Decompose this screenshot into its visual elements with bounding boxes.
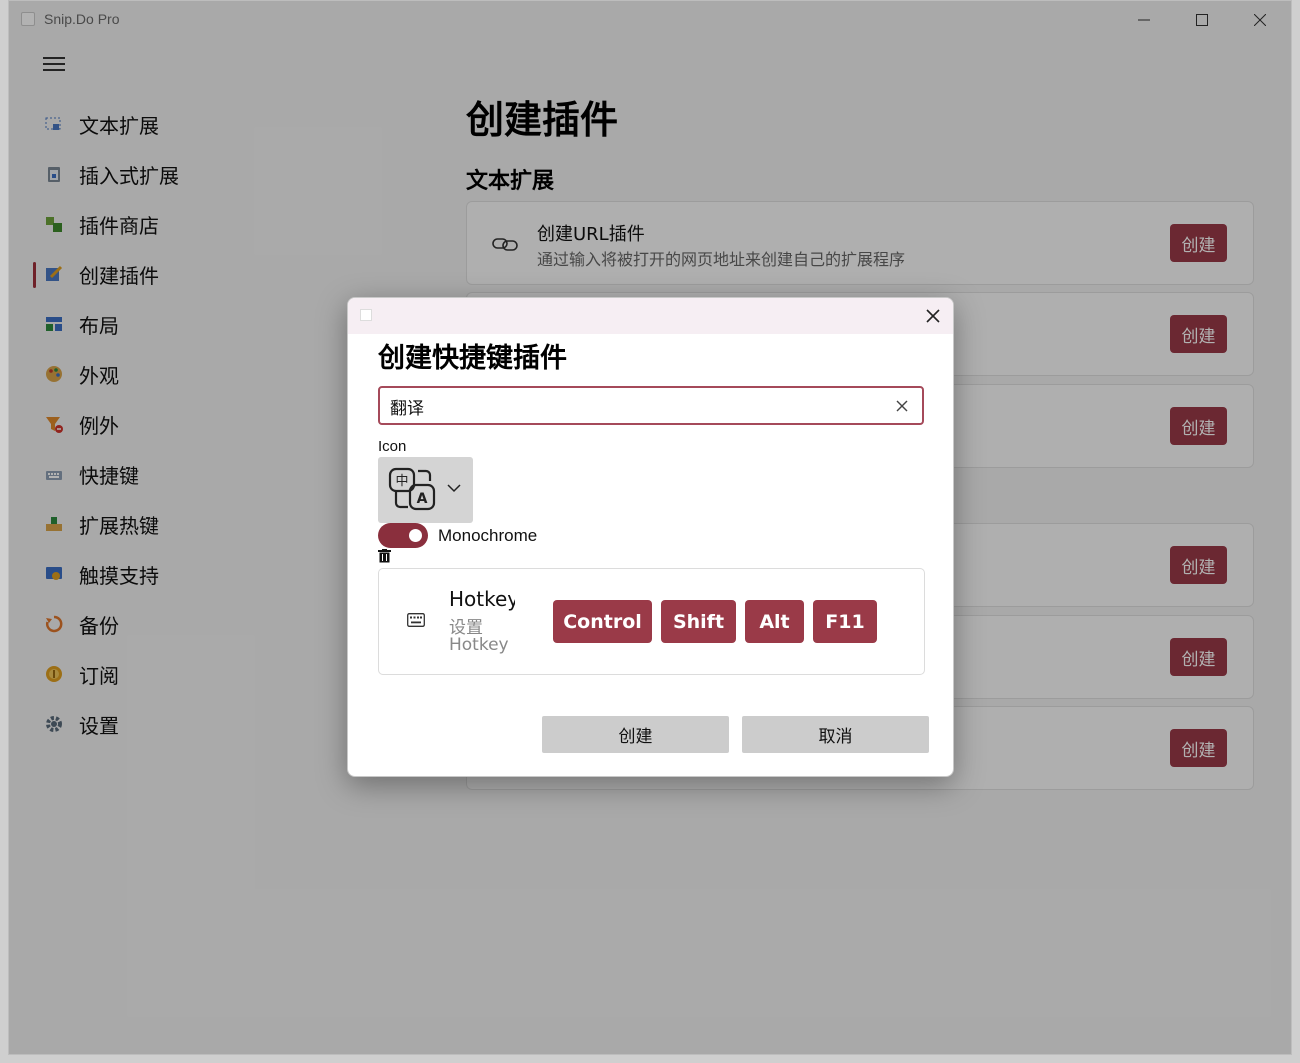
key-f11[interactable]: F11 [813, 600, 877, 643]
create-hotkey-plugin-dialog: 创建快捷键插件 Icon 中 A Monochrome Hotkey 设置 Ho… [347, 297, 954, 777]
hotkey-keys[interactable]: Control Shift Alt F11 [553, 600, 886, 643]
keyboard-icon [407, 613, 425, 627]
dialog-app-icon [360, 309, 372, 321]
monochrome-toggle[interactable] [378, 523, 428, 548]
svg-text:A: A [417, 491, 428, 507]
trash-icon[interactable] [378, 549, 391, 563]
dialog-header [348, 298, 953, 334]
dialog-cancel-button[interactable]: 取消 [742, 716, 929, 753]
key-alt[interactable]: Alt [745, 600, 804, 643]
plugin-name-input[interactable] [390, 394, 870, 418]
key-control[interactable]: Control [553, 600, 652, 643]
svg-text:中: 中 [395, 474, 408, 489]
plugin-name-field[interactable] [378, 386, 924, 425]
toggle-knob [409, 529, 422, 542]
hotkey-subtitle: Hotkey [449, 635, 509, 655]
dialog-close-button[interactable] [923, 306, 943, 326]
chevron-down-icon [447, 484, 461, 493]
translate-icon: 中 A [388, 467, 436, 511]
icon-label: Icon [378, 438, 407, 455]
hotkey-title: Hotkey [449, 587, 515, 611]
dialog-title: 创建快捷键插件 [378, 343, 567, 374]
clear-icon[interactable] [894, 398, 910, 414]
key-shift[interactable]: Shift [661, 600, 736, 643]
monochrome-label: Monochrome [438, 526, 538, 545]
icon-picker-dropdown[interactable]: 中 A [378, 457, 473, 523]
dialog-create-button[interactable]: 创建 [542, 716, 729, 753]
hotkey-setting-card: Hotkey 设置 Hotkey Control Shift Alt F11 [378, 568, 925, 675]
